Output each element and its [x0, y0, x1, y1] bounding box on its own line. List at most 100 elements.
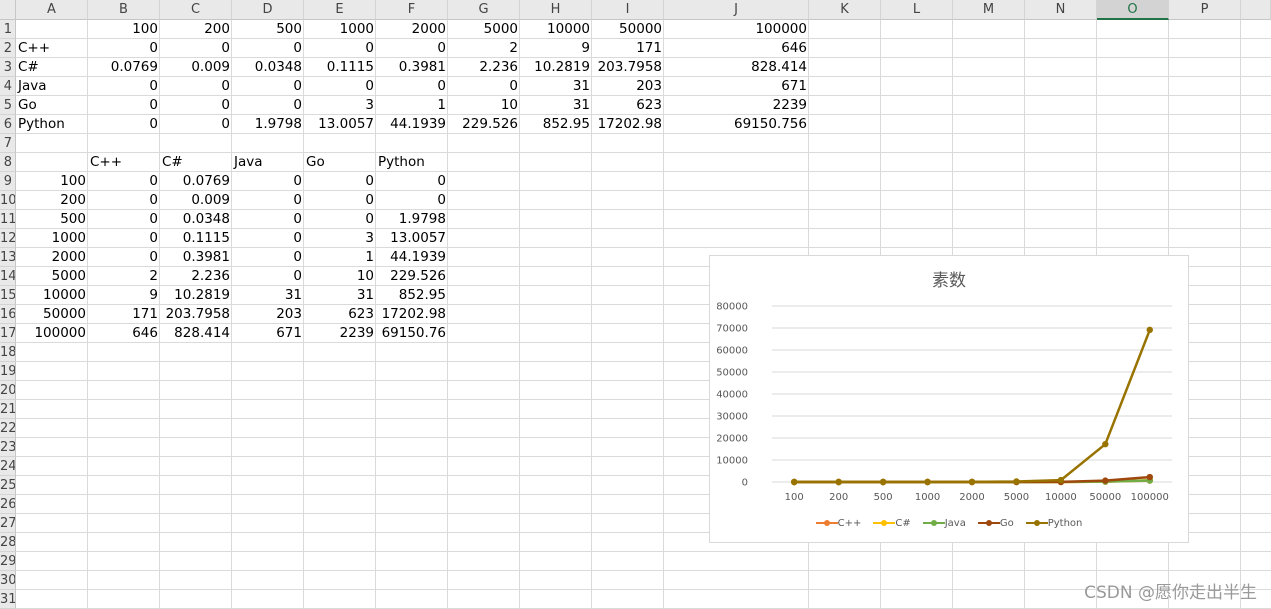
column-header-b[interactable]: B — [88, 0, 160, 20]
cell-c5[interactable]: 0 — [160, 96, 232, 115]
cell-h3[interactable]: 10.2819 — [520, 58, 592, 77]
column-header-f[interactable]: F — [376, 0, 448, 20]
row-header-9[interactable]: 9 — [0, 172, 16, 191]
cell-c3[interactable]: 0.009 — [160, 58, 232, 77]
cell-c1[interactable]: 200 — [160, 20, 232, 39]
row-header-31[interactable]: 31 — [0, 590, 16, 609]
cell-d16[interactable]: 203 — [232, 305, 304, 324]
cell-h6[interactable]: 852.95 — [520, 115, 592, 134]
cell-b15[interactable]: 9 — [88, 286, 160, 305]
cell-f12[interactable]: 13.0057 — [376, 229, 448, 248]
cell-a17[interactable]: 100000 — [16, 324, 88, 343]
cell-h4[interactable]: 31 — [520, 77, 592, 96]
row-header-3[interactable]: 3 — [0, 58, 16, 77]
cell-g3[interactable]: 2.236 — [448, 58, 520, 77]
cell-d6[interactable]: 1.9798 — [232, 115, 304, 134]
cell-f1[interactable]: 2000 — [376, 20, 448, 39]
cell-f8[interactable]: Python — [376, 153, 448, 172]
row-header-21[interactable]: 21 — [0, 400, 16, 419]
cell-f16[interactable]: 17202.98 — [376, 305, 448, 324]
cell-c9[interactable]: 0.0769 — [160, 172, 232, 191]
cell-c10[interactable]: 0.009 — [160, 191, 232, 210]
cell-b11[interactable]: 0 — [88, 210, 160, 229]
cell-f14[interactable]: 229.526 — [376, 267, 448, 286]
cell-b16[interactable]: 171 — [88, 305, 160, 324]
row-header-26[interactable]: 26 — [0, 495, 16, 514]
row-header-28[interactable]: 28 — [0, 533, 16, 552]
cell-b12[interactable]: 0 — [88, 229, 160, 248]
cell-e8[interactable]: Go — [304, 153, 376, 172]
cell-f13[interactable]: 44.1939 — [376, 248, 448, 267]
row-header-8[interactable]: 8 — [0, 153, 16, 172]
cell-j5[interactable]: 2239 — [664, 96, 809, 115]
column-header-i[interactable]: I — [592, 0, 664, 20]
cell-f15[interactable]: 852.95 — [376, 286, 448, 305]
row-header-18[interactable]: 18 — [0, 343, 16, 362]
cell-i4[interactable]: 203 — [592, 77, 664, 96]
column-header-a[interactable]: A — [16, 0, 88, 20]
cell-f10[interactable]: 0 — [376, 191, 448, 210]
cell-e4[interactable]: 0 — [304, 77, 376, 96]
cell-i3[interactable]: 203.7958 — [592, 58, 664, 77]
cell-c15[interactable]: 10.2819 — [160, 286, 232, 305]
row-header-6[interactable]: 6 — [0, 115, 16, 134]
cell-d9[interactable]: 0 — [232, 172, 304, 191]
cell-a4[interactable]: Java — [16, 77, 88, 96]
cell-i1[interactable]: 50000 — [592, 20, 664, 39]
row-header-17[interactable]: 17 — [0, 324, 16, 343]
select-all-corner[interactable] — [0, 0, 16, 20]
cell-a16[interactable]: 50000 — [16, 305, 88, 324]
cell-b9[interactable]: 0 — [88, 172, 160, 191]
cell-i2[interactable]: 171 — [592, 39, 664, 58]
cell-a3[interactable]: C# — [16, 58, 88, 77]
cell-d5[interactable]: 0 — [232, 96, 304, 115]
cell-e10[interactable]: 0 — [304, 191, 376, 210]
cell-b8[interactable]: C++ — [88, 153, 160, 172]
cell-d2[interactable]: 0 — [232, 39, 304, 58]
row-header-30[interactable]: 30 — [0, 571, 16, 590]
cell-c2[interactable]: 0 — [160, 39, 232, 58]
column-header-p[interactable]: P — [1169, 0, 1241, 20]
cell-a13[interactable]: 2000 — [16, 248, 88, 267]
cell-c13[interactable]: 0.3981 — [160, 248, 232, 267]
cell-f9[interactable]: 0 — [376, 172, 448, 191]
cell-e11[interactable]: 0 — [304, 210, 376, 229]
cell-j2[interactable]: 646 — [664, 39, 809, 58]
cell-b14[interactable]: 2 — [88, 267, 160, 286]
cell-b5[interactable]: 0 — [88, 96, 160, 115]
row-header-13[interactable]: 13 — [0, 248, 16, 267]
row-header-29[interactable]: 29 — [0, 552, 16, 571]
cell-b4[interactable]: 0 — [88, 77, 160, 96]
cell-h2[interactable]: 9 — [520, 39, 592, 58]
cell-i6[interactable]: 17202.98 — [592, 115, 664, 134]
cell-b6[interactable]: 0 — [88, 115, 160, 134]
cell-e15[interactable]: 31 — [304, 286, 376, 305]
cell-e12[interactable]: 3 — [304, 229, 376, 248]
column-header-c[interactable]: C — [160, 0, 232, 20]
row-header-27[interactable]: 27 — [0, 514, 16, 533]
cell-a15[interactable]: 10000 — [16, 286, 88, 305]
cell-a6[interactable]: Python — [16, 115, 88, 134]
cell-a2[interactable]: C++ — [16, 39, 88, 58]
cell-a10[interactable]: 200 — [16, 191, 88, 210]
cell-f2[interactable]: 0 — [376, 39, 448, 58]
cell-e9[interactable]: 0 — [304, 172, 376, 191]
column-header-h[interactable]: H — [520, 0, 592, 20]
cell-c17[interactable]: 828.414 — [160, 324, 232, 343]
cell-b10[interactable]: 0 — [88, 191, 160, 210]
cell-f11[interactable]: 1.9798 — [376, 210, 448, 229]
row-header-19[interactable]: 19 — [0, 362, 16, 381]
row-header-14[interactable]: 14 — [0, 267, 16, 286]
cell-b3[interactable]: 0.0769 — [88, 58, 160, 77]
cell-c6[interactable]: 0 — [160, 115, 232, 134]
cell-h1[interactable]: 10000 — [520, 20, 592, 39]
cell-g4[interactable]: 0 — [448, 77, 520, 96]
cell-c16[interactable]: 203.7958 — [160, 305, 232, 324]
cell-g5[interactable]: 10 — [448, 96, 520, 115]
cell-b13[interactable]: 0 — [88, 248, 160, 267]
cell-e3[interactable]: 0.1115 — [304, 58, 376, 77]
row-header-1[interactable]: 1 — [0, 20, 16, 39]
row-header-23[interactable]: 23 — [0, 438, 16, 457]
cell-d11[interactable]: 0 — [232, 210, 304, 229]
row-header-20[interactable]: 20 — [0, 381, 16, 400]
